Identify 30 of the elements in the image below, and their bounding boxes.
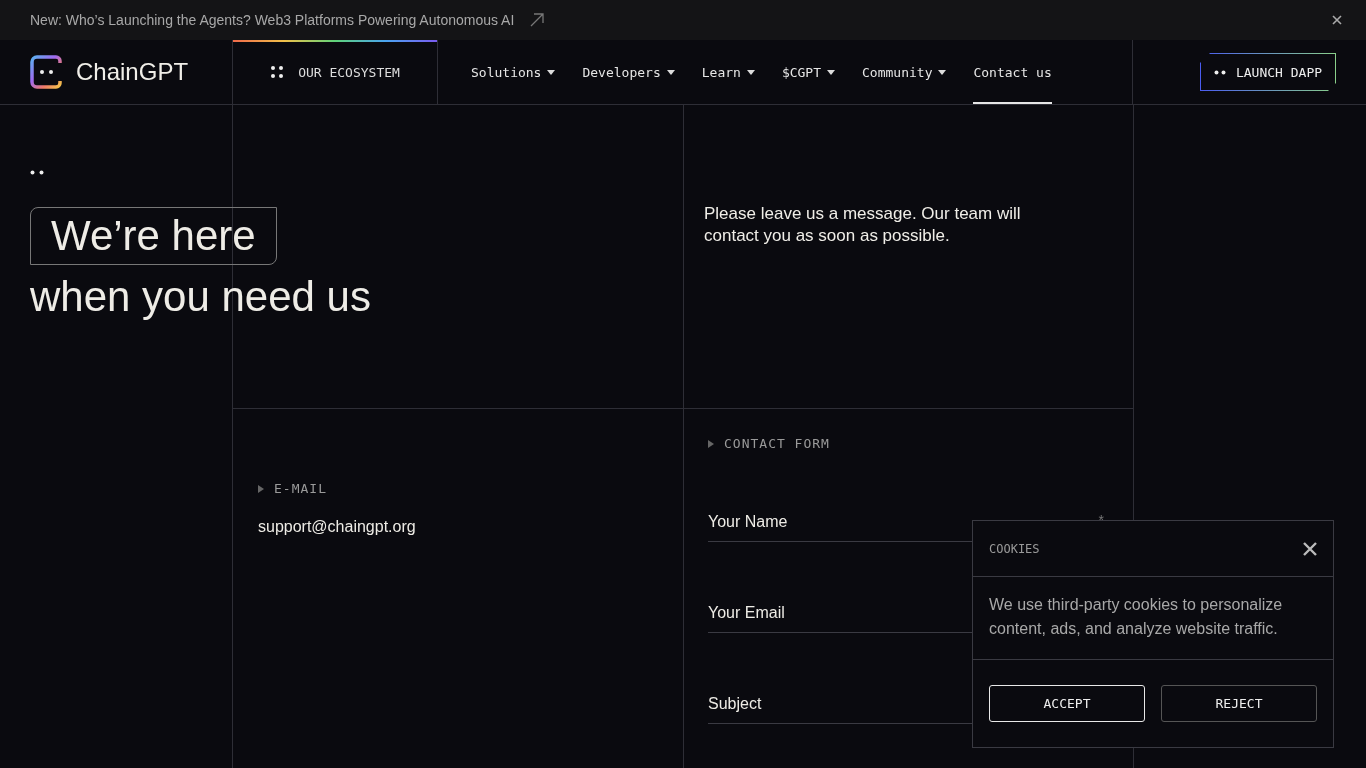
logo-icon[interactable]	[30, 55, 64, 89]
dialog-title: COOKIES	[989, 541, 1040, 556]
nav-link[interactable]: Community	[862, 40, 947, 104]
nav-link[interactable]: $CGPT	[781, 40, 835, 104]
nav-link[interactable]: Solutions	[471, 40, 556, 104]
section-label: CONTACT FORM	[724, 436, 830, 451]
nav-link[interactable]: Developers	[582, 40, 675, 104]
launch-button[interactable]: LAUNCH DAPP	[1200, 53, 1336, 91]
cookie-button[interactable]: ACCEPT	[989, 685, 1145, 722]
brand-name: ChainGPT	[76, 58, 189, 86]
announcement-link[interactable]: New: Who’s Launching the Agents? Web3 Platforms Powering Autonomous AI	[30, 12, 515, 28]
intro-message: Please leave us a message. Our team will contact you as soon as possible.	[704, 203, 1022, 247]
arrow-up-right-icon	[530, 13, 545, 27]
ecosystem-tab[interactable]: OUR ECOSYSTEM	[232, 40, 438, 104]
triangle-icon	[708, 439, 714, 448]
close-icon[interactable]	[1332, 15, 1342, 25]
cookie-text: We use third-party cookies to personalize content, ads, and analyze website traffic.	[973, 577, 1333, 660]
hero-title-boxed: We’re here	[30, 207, 277, 265]
hero-title: when you need us	[30, 272, 371, 322]
triangle-icon	[258, 484, 264, 493]
nav-link[interactable]: Contact us	[973, 40, 1052, 104]
email-link[interactable]: support@chaingpt.org	[258, 518, 416, 536]
required-mark: *	[1098, 512, 1104, 528]
close-button[interactable]	[1303, 541, 1317, 556]
nav-link[interactable]: Learn	[701, 40, 755, 104]
grid-dots-icon	[270, 65, 285, 79]
cookie-button[interactable]: REJECT	[1161, 685, 1317, 722]
section-label: E-MAIL	[274, 481, 327, 496]
two-dots-icon	[1213, 69, 1226, 75]
two-dots-icon	[30, 170, 44, 175]
